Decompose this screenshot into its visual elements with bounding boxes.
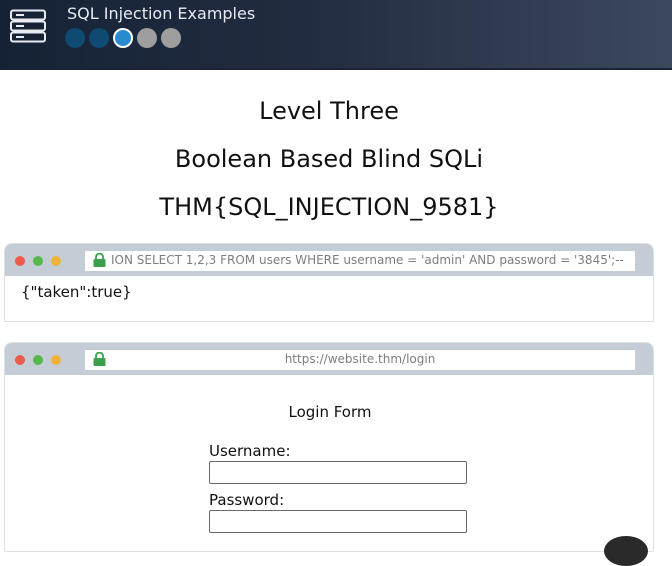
login-browser-window: https://website.thm/login Login Form Use… (4, 342, 654, 552)
form-title: Login Form (288, 403, 372, 421)
level-progress (65, 28, 181, 48)
level-heading: Level Three (259, 97, 399, 125)
maximize-window-dot (33, 355, 43, 365)
address-url: ION SELECT 1,2,3 FROM users WHERE userna… (111, 253, 624, 267)
level-step-2 (89, 28, 109, 48)
address-url: https://website.thm/login (284, 352, 436, 366)
flag-heading: THM{SQL_INJECTION_9581} (159, 193, 499, 221)
maximize-window-dot (33, 256, 43, 266)
level-step-4 (137, 28, 157, 48)
lock-icon (93, 253, 106, 267)
password-label: Password: (209, 491, 285, 509)
app-header: SQL Injection Examples (0, 0, 672, 70)
username-input[interactable] (209, 461, 467, 484)
technique-heading: Boolean Based Blind SQLi (174, 145, 484, 173)
address-bar[interactable]: ION SELECT 1,2,3 FROM users WHERE userna… (85, 251, 635, 271)
username-label: Username: (209, 442, 291, 460)
close-window-dot (15, 256, 25, 266)
address-bar[interactable]: https://website.thm/login (85, 350, 635, 370)
server-stack-icon (10, 9, 46, 43)
close-window-dot (15, 355, 25, 365)
response-body: {"taken":true} (21, 283, 132, 301)
level-step-1 (65, 28, 85, 48)
floating-widget[interactable] (604, 536, 648, 566)
minimize-window-dot (51, 355, 61, 365)
query-browser-window: ION SELECT 1,2,3 FROM users WHERE userna… (4, 243, 654, 322)
browser-toolbar: ION SELECT 1,2,3 FROM users WHERE userna… (5, 244, 653, 276)
level-step-3 (113, 28, 133, 48)
level-step-5 (161, 28, 181, 48)
browser-toolbar: https://website.thm/login (5, 343, 653, 375)
app-title: SQL Injection Examples (67, 4, 256, 23)
minimize-window-dot (51, 256, 61, 266)
password-input[interactable] (209, 510, 467, 533)
